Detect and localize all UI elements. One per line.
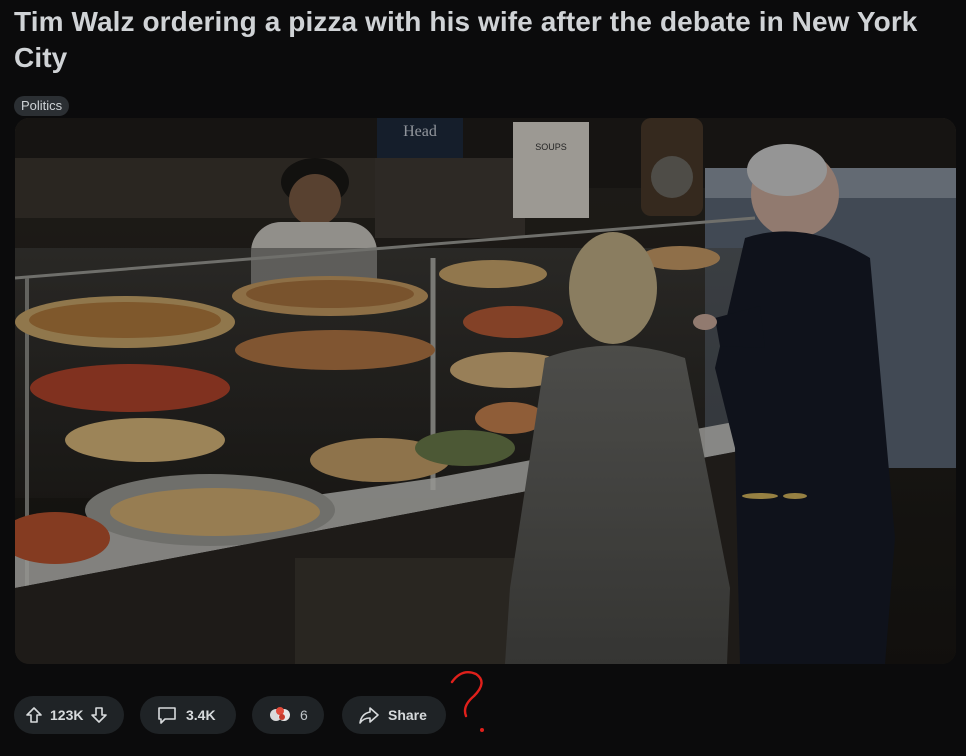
comment-icon xyxy=(156,704,178,726)
vote-control: 123K xyxy=(14,696,124,734)
flair-badge[interactable]: Politics xyxy=(14,96,70,116)
vote-count: 123K xyxy=(50,707,84,723)
share-label: Share xyxy=(388,707,427,723)
downvote-icon[interactable] xyxy=(89,705,109,725)
post-title: Tim Walz ordering a pizza with his wife … xyxy=(14,6,918,73)
upvote-icon[interactable] xyxy=(24,705,44,725)
share-button[interactable]: Share xyxy=(342,696,446,734)
award-button[interactable]: 6 xyxy=(252,696,324,734)
comments-button[interactable]: 3.4K xyxy=(140,696,236,734)
post-image[interactable]: Head SOUPS xyxy=(15,118,956,664)
award-icon xyxy=(268,704,292,726)
share-icon xyxy=(358,705,380,725)
comment-count: 3.4K xyxy=(186,707,216,723)
hand-drawn-question-mark xyxy=(446,670,496,741)
award-count: 6 xyxy=(300,707,308,723)
